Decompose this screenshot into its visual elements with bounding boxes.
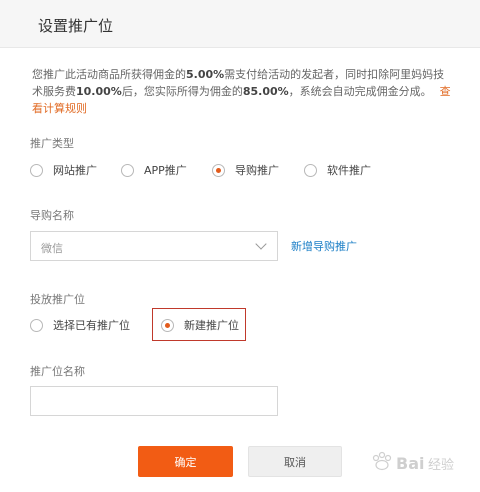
radio-label: APP推广 [144, 164, 187, 177]
radio-circle-checked[interactable] [212, 163, 225, 177]
promo-type-radio-group: 网站推广 APP推广 导购推广 软件推广 [30, 160, 371, 180]
radio-website-promo[interactable]: 网站推广 [30, 162, 121, 178]
notice-text-3: 后，您实际所得为佣金的 [121, 85, 243, 98]
confirm-button[interactable]: 确定 [138, 446, 233, 477]
guide-name-label: 导购名称 [30, 209, 74, 222]
notice-text-1: 您推广此活动商品所获得佣金的 [32, 68, 186, 81]
radio-circle[interactable] [30, 318, 43, 332]
promo-type-label: 推广类型 [30, 137, 74, 150]
radio-existing-placement[interactable]: 选择已有推广位 [30, 317, 161, 333]
radio-label: 网站推广 [53, 164, 97, 177]
dialog-header: 设置推广位 [0, 0, 480, 48]
notice-percent-1: 5.00% [186, 68, 225, 81]
radio-circle[interactable] [304, 163, 317, 177]
radio-app-promo[interactable]: APP推广 [121, 162, 212, 178]
radio-circle[interactable] [30, 163, 43, 177]
placement-label: 投放推广位 [30, 293, 85, 306]
notice-percent-2: 10.00% [76, 85, 122, 98]
baidu-watermark-logo: Bai 经验 [372, 451, 454, 473]
select-value: 微信 [41, 242, 63, 255]
chevron-down-icon [255, 238, 267, 250]
highlight-annotation-box [152, 308, 246, 341]
radio-software-promo[interactable]: 软件推广 [304, 162, 371, 178]
dialog-title: 设置推广位 [38, 17, 114, 35]
notice-percent-3: 85.00% [242, 85, 289, 98]
radio-label: 导购推广 [235, 164, 279, 177]
radio-label: 软件推广 [327, 164, 371, 177]
cancel-button[interactable]: 取消 [248, 446, 342, 477]
svg-text:经验: 经验 [428, 457, 454, 473]
radio-circle[interactable] [121, 163, 134, 177]
radio-label: 选择已有推广位 [53, 319, 130, 332]
guide-name-select[interactable]: 微信 [30, 231, 278, 261]
add-guide-promo-link[interactable]: 新增导购推广 [291, 238, 357, 254]
placement-name-input[interactable] [30, 386, 278, 416]
commission-notice: 您推广此活动商品所获得佣金的5.00%需支付给活动的发起者，同时扣除阿里妈妈技术… [32, 66, 452, 117]
svg-text:Bai: Bai [396, 454, 424, 473]
notice-text-4: ，系统会自动完成佣金分成。 [288, 85, 432, 98]
radio-shopping-guide-promo[interactable]: 导购推广 [212, 162, 304, 178]
placement-name-label: 推广位名称 [30, 365, 85, 378]
